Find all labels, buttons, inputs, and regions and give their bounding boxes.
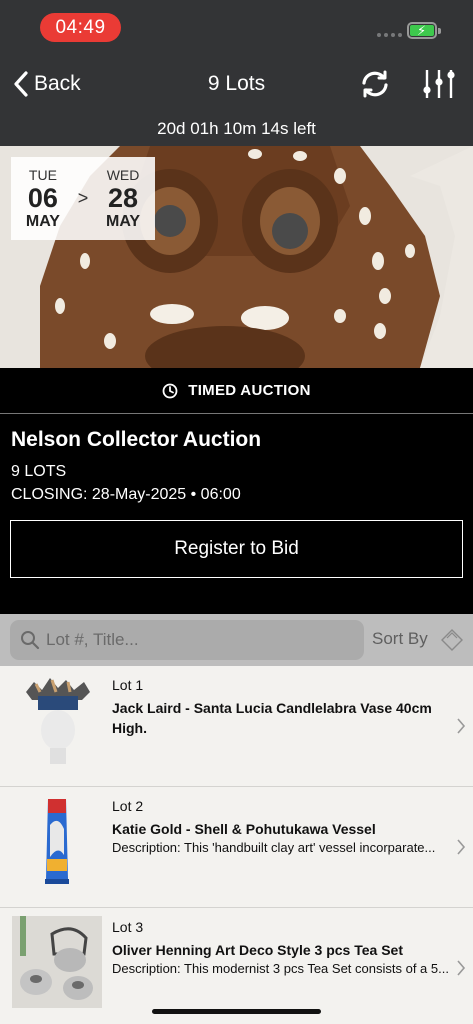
lot-thumbnail: [12, 795, 102, 887]
countdown-timer: 20d 01h 10m 14s left: [157, 119, 316, 138]
lot-thumbnail: [12, 674, 102, 766]
end-dow: WED: [106, 166, 140, 183]
auction-title: Nelson Collector Auction: [11, 428, 262, 451]
date-separator: >: [77, 188, 89, 208]
closing-time: CLOSING: 28-May-2025 • 06:00: [11, 486, 241, 503]
end-date: WED 28 MAY: [106, 167, 140, 231]
search-bar: Lot #, Title... Sort By: [0, 614, 473, 666]
chevron-right-icon: [457, 718, 466, 734]
auction-info: TIMED AUCTION Nelson Collector Auction 9…: [0, 368, 473, 614]
divider: [0, 413, 473, 414]
status-time: 04:49: [40, 13, 121, 42]
status-bar: 04:49 ⚡: [0, 0, 473, 56]
lot-list-item[interactable]: Lot 2 Katie Gold - Shell & Pohutukawa Ve…: [0, 787, 473, 908]
page-title: 9 Lots: [207, 72, 266, 95]
nav-bar: Back 9 Lots 20d 01h 10m 14s left: [0, 56, 473, 146]
auction-date-range: TUE 06 MAY > WED 28 MAY: [11, 157, 155, 240]
search-placeholder: Lot #, Title...: [46, 630, 139, 649]
lot-number: Lot 1: [112, 677, 144, 693]
signal-icon: [377, 33, 402, 37]
lots-count: 9 LOTS: [11, 463, 67, 480]
chevron-right-icon: [457, 960, 466, 976]
lot-list-item[interactable]: Lot 1 Jack Laird - Santa Lucia Candlelab…: [0, 666, 473, 787]
sliders-icon[interactable]: [421, 68, 457, 100]
battery-icon: ⚡: [407, 22, 441, 39]
end-day: 28: [108, 182, 139, 213]
refresh-icon[interactable]: [358, 69, 392, 99]
home-indicator[interactable]: [152, 1009, 321, 1014]
lot-list-item[interactable]: Lot 3 Oliver Henning Art Deco Style 3 pc…: [0, 908, 473, 1024]
start-month: MAY: [25, 212, 60, 230]
auction-type: TIMED AUCTION: [0, 382, 473, 399]
end-month: MAY: [106, 212, 141, 230]
start-day: 06: [27, 182, 58, 213]
lot-thumbnail: [12, 916, 102, 1008]
sort-icon[interactable]: [441, 629, 463, 651]
lot-number: Lot 2: [112, 798, 144, 814]
search-input[interactable]: Lot #, Title...: [10, 620, 364, 660]
lot-title: Jack Laird - Santa Lucia Candlelabra Vas…: [112, 700, 432, 736]
start-dow: TUE: [28, 166, 57, 183]
clock-icon: [162, 383, 178, 398]
start-date: TUE 06 MAY: [26, 167, 60, 231]
chevron-right-icon: [457, 839, 466, 855]
lot-description: Description: This 'handbuilt clay art' v…: [112, 840, 436, 855]
auction-type-label: TIMED AUCTION: [188, 382, 311, 399]
search-icon: [21, 631, 40, 650]
register-to-bid-button[interactable]: Register to Bid: [10, 520, 463, 578]
lot-number: Lot 3: [112, 919, 144, 935]
lot-title: Oliver Henning Art Deco Style 3 pcs Tea …: [112, 942, 403, 958]
sort-button[interactable]: Sort By: [372, 629, 428, 649]
lot-description: Description: This modernist 3 pcs Tea Se…: [112, 961, 449, 976]
auction-hero-image: TUE 06 MAY > WED 28 MAY: [0, 146, 473, 368]
lot-title: Katie Gold - Shell & Pohutukawa Vessel: [112, 821, 376, 837]
